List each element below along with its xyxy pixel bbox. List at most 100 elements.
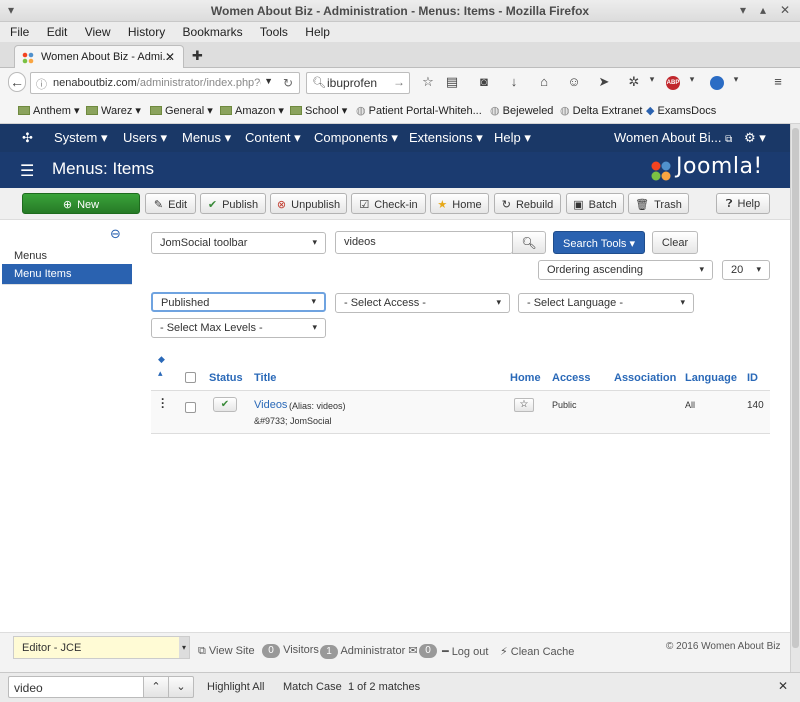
column-association[interactable]: Association [614, 372, 676, 384]
reading-list-icon[interactable]: ▤ [444, 74, 460, 90]
extension-dropdown-icon[interactable]: ▾ [728, 74, 744, 85]
hamburger-menu-icon[interactable]: ≡ [770, 74, 786, 89]
home-button[interactable]: ★ Home [430, 193, 489, 214]
scrollbar-thumb[interactable] [792, 128, 799, 648]
column-status[interactable]: Status [209, 372, 243, 384]
unpublish-button[interactable]: ⊗ Unpublish [270, 193, 347, 214]
page-scrollbar[interactable] [790, 124, 800, 672]
logout-link[interactable]: ━ Log out [442, 645, 488, 658]
menu-bookmarks[interactable]: Bookmarks [183, 25, 243, 39]
collapse-sidebar-icon[interactable]: ⊖ [110, 226, 121, 242]
site-info-icon[interactable]: ⓘ [36, 76, 47, 92]
bookmark-examsdocs[interactable]: ◆ ExamsDocs [646, 104, 716, 117]
ordering-select[interactable]: Ordering ascending ▾ [538, 260, 713, 280]
menu-components[interactable]: Components ▾ [314, 130, 398, 146]
home-star-icon[interactable]: ☆ [514, 398, 534, 412]
maximize-icon[interactable]: ▴ [760, 3, 766, 17]
sidebar-item-menus[interactable]: Menus [2, 246, 132, 266]
bookmark-folder-anthem[interactable]: Anthem ▾ [18, 104, 80, 117]
chat-icon[interactable]: ☺ [566, 74, 582, 89]
column-id[interactable]: ID [747, 372, 758, 384]
extension-icon[interactable] [710, 76, 724, 90]
clear-button[interactable]: Clear [652, 231, 698, 254]
menu-menus[interactable]: Menus ▾ [182, 130, 231, 146]
bookmark-folder-general[interactable]: General ▾ [150, 104, 213, 117]
new-tab-icon[interactable]: ✚ [192, 48, 203, 64]
menu-users[interactable]: Users ▾ [123, 130, 167, 146]
browser-tab[interactable]: Women About Biz - Admi... ✕ [14, 45, 184, 69]
menu-help-joomla[interactable]: Help ▾ [494, 130, 531, 146]
menu-extensions[interactable]: Extensions ▾ [409, 130, 483, 146]
joomla-home-icon[interactable]: ✣ [22, 130, 33, 146]
editor-select[interactable]: Editor - JCE ▾ [13, 636, 190, 659]
access-select[interactable]: - Select Access - ▾ [335, 293, 510, 313]
menu-system[interactable]: System ▾ [54, 130, 107, 146]
bookmark-delta-extranet[interactable]: ◍ Delta Extranet [560, 104, 642, 117]
sidebar-item-menu-items[interactable]: Menu Items [2, 264, 132, 284]
menu-content[interactable]: Content ▾ [245, 130, 301, 146]
minimize-icon[interactable]: ▾ [740, 3, 746, 17]
back-icon[interactable]: ← [8, 72, 26, 92]
column-title[interactable]: Title [254, 372, 276, 384]
addon-dropdown-icon[interactable]: ▾ [644, 74, 660, 85]
column-access[interactable]: Access [552, 372, 591, 384]
new-button[interactable]: ⊕ New [22, 193, 140, 214]
adblock-dropdown-icon[interactable]: ▾ [684, 74, 700, 85]
menu-tools[interactable]: Tools [260, 25, 288, 39]
find-input[interactable]: video [8, 676, 144, 698]
search-field[interactable]: 🔍︎ ibuprofen → [306, 72, 410, 94]
adblock-icon[interactable]: ABP [666, 76, 680, 90]
addon-icon[interactable]: ✲ [626, 74, 642, 90]
edit-button[interactable]: ✎ Edit [145, 193, 196, 214]
site-name-link[interactable]: Women About Bi... ⧉ [614, 130, 732, 145]
search-input[interactable]: videos [335, 231, 513, 254]
drag-handle-icon[interactable]: · · · [161, 393, 165, 413]
match-case-toggle[interactable]: Match Case [283, 681, 342, 693]
view-site-link[interactable]: ⧉ View Site [198, 645, 255, 658]
ordering-sort-icon[interactable]: ◆ ▴ [158, 355, 165, 378]
editor-dropdown-icon[interactable]: ▾ [179, 637, 189, 658]
find-close-icon[interactable]: ✕ [778, 679, 788, 693]
column-home[interactable]: Home [510, 372, 541, 384]
language-select[interactable]: - Select Language - ▾ [518, 293, 694, 313]
search-go-icon[interactable]: → [393, 75, 405, 89]
select-all-checkbox[interactable] [185, 372, 196, 383]
highlight-all-toggle[interactable]: Highlight All [207, 681, 264, 693]
limit-select[interactable]: 20 ▾ [722, 260, 770, 280]
batch-button[interactable]: ▣ Batch [566, 193, 624, 214]
row-checkbox[interactable] [185, 402, 196, 413]
bookmark-bejeweled[interactable]: ◍ Bejeweled [490, 104, 553, 117]
reload-icon[interactable]: ↻ [283, 76, 293, 90]
publish-button[interactable]: ✔ Publish [200, 193, 266, 214]
rebuild-button[interactable]: ↻ Rebuild [494, 193, 561, 214]
url-dropdown-icon[interactable]: ▼ [261, 76, 273, 86]
url-field[interactable]: ⓘ nenaboutbiz.com/administrator/index.ph… [30, 72, 300, 94]
messages-indicator[interactable]: 0 [419, 644, 437, 658]
column-language[interactable]: Language [685, 372, 737, 384]
published-toggle-icon[interactable]: ✔ [213, 397, 237, 412]
find-next-icon[interactable]: ⌄ [168, 676, 194, 698]
downloads-icon[interactable]: ↓ [506, 74, 522, 89]
bookmark-folder-school[interactable]: School ▾ [290, 104, 347, 117]
send-icon[interactable]: ➤ [596, 74, 612, 90]
bookmark-folder-warez[interactable]: Warez ▾ [86, 104, 141, 117]
home-icon[interactable]: ⌂ [536, 74, 552, 89]
bookmark-star-icon[interactable]: ☆ [420, 74, 436, 90]
item-title-link[interactable]: Videos [254, 399, 287, 411]
menu-file[interactable]: File [10, 25, 29, 39]
bookmark-folder-amazon[interactable]: Amazon ▾ [220, 104, 284, 117]
status-select[interactable]: Published ▾ [151, 292, 326, 312]
clean-cache-link[interactable]: ⚡︎ Clean Cache [500, 645, 574, 658]
find-previous-icon[interactable]: ⌃ [143, 676, 169, 698]
menu-select[interactable]: JomSocial toolbar ▾ [151, 232, 326, 254]
menu-edit[interactable]: Edit [47, 25, 68, 39]
menu-history[interactable]: History [128, 25, 165, 39]
pocket-icon[interactable]: ◙ [476, 74, 492, 89]
bookmark-patient-portal[interactable]: ◍ Patient Portal-Whiteh... [356, 104, 482, 117]
checkin-button[interactable]: ☑ Check-in [351, 193, 426, 214]
search-submit-icon[interactable]: 🔍︎ [512, 231, 546, 254]
help-button[interactable]: ❓︎ Help [716, 193, 770, 214]
trash-button[interactable]: 🗑︎ Trash [628, 193, 689, 214]
close-window-icon[interactable]: ✕ [780, 3, 790, 17]
menu-help[interactable]: Help [305, 25, 330, 39]
